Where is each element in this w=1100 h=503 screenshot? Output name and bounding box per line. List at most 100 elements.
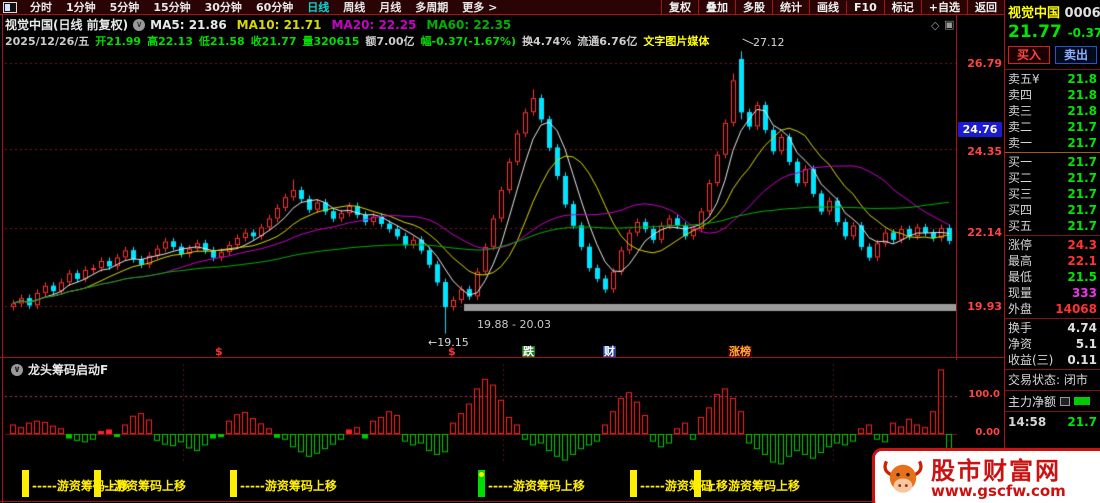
chip-shift-label: -----游资筹码	[640, 477, 713, 494]
chip-shift-marker	[22, 470, 29, 497]
menu-item-分时[interactable]: 分时	[23, 0, 59, 15]
menu-item-统计[interactable]: 统计	[772, 0, 809, 15]
last-price: 21.77	[1008, 22, 1062, 42]
sell-level[interactable]: 卖二21.7	[1005, 119, 1100, 135]
info-token: 高22.13	[147, 33, 193, 46]
stat-row-label: 最高	[1008, 253, 1032, 269]
period-menu: 分时1分钟5分钟15分钟30分钟60分钟日线周线月线多周期更多 >	[23, 0, 504, 15]
chip-shift-marker	[230, 470, 237, 497]
buy-level[interactable]: 买五 21.7	[1005, 218, 1100, 234]
stock-name: 视觉中国	[1008, 6, 1060, 21]
sell-level[interactable]: 卖一21.7	[1005, 135, 1100, 151]
marker-dot	[479, 472, 484, 477]
candlestick-chart[interactable]	[3, 46, 957, 346]
diamond-icon[interactable]: ◇	[931, 20, 939, 31]
indicator-histogram[interactable]	[3, 360, 957, 467]
stat-row-label: 收益(三)	[1008, 352, 1053, 368]
stat-rows-2: 换手4.74净资5.1收益(三)0.11	[1005, 320, 1100, 368]
sell-level-value: 21.8	[1067, 103, 1097, 119]
menu-item-更多 >[interactable]: 更多 >	[455, 0, 504, 15]
menu-item-+自选[interactable]: +自选	[921, 0, 967, 15]
menu-item-15分钟[interactable]: 15分钟	[146, 0, 197, 15]
menu-item-60分钟[interactable]: 60分钟	[249, 0, 300, 15]
panel-separator	[0, 357, 1005, 358]
price-label: 19.93	[958, 300, 1002, 313]
menu-item-周线[interactable]: 周线	[336, 0, 372, 15]
buy-level-label: 买五	[1008, 218, 1032, 234]
bottom-border	[0, 501, 1005, 502]
top-menu-bar: 分时1分钟5分钟15分钟30分钟60分钟日线周线月线多周期更多 > 复权叠加多股…	[0, 0, 1005, 15]
ma-value: MA5: 21.86	[150, 18, 227, 32]
menu-item-画线[interactable]: 画线	[809, 0, 846, 15]
sell-level-value: 21.8	[1067, 71, 1097, 87]
menu-item-返回[interactable]: 返回	[967, 0, 1005, 15]
menu-item-1分钟[interactable]: 1分钟	[59, 0, 103, 15]
menu-item-标记[interactable]: 标记	[884, 0, 921, 15]
menu-item-复权[interactable]: 复权	[661, 0, 698, 15]
sell-level[interactable]: 卖三21.8	[1005, 103, 1100, 119]
sell-level-value: 21.8	[1067, 87, 1097, 103]
sell-level[interactable]: 卖五¥21.8	[1005, 71, 1100, 87]
menu-item-多周期[interactable]: 多周期	[408, 0, 455, 15]
menu-item-叠加[interactable]: 叠加	[698, 0, 735, 15]
maximize-icon[interactable]: ▣	[944, 19, 954, 30]
stat-row-value: 4.74	[1067, 320, 1097, 336]
buy-level[interactable]: 买一21.7	[1005, 154, 1100, 170]
menu-item-5分钟[interactable]: 5分钟	[103, 0, 147, 15]
stat-row: 现量333	[1005, 285, 1100, 301]
watermark-text: 股市财富网 www.gscfw.com	[931, 459, 1066, 500]
stat-row-label: 外盘	[1008, 301, 1032, 317]
stat-row: 涨停24.3	[1005, 237, 1100, 253]
chip-shift-label: --游资筹码上移	[104, 477, 186, 494]
main-capital-bar	[1074, 397, 1090, 405]
chip-shift-marker	[478, 470, 485, 497]
stat-row-value: 0.11	[1067, 352, 1097, 368]
buy-level[interactable]: 买二21.7	[1005, 170, 1100, 186]
buy-level-value: 21.7	[1067, 218, 1097, 234]
buy-level[interactable]: 买三 21.7	[1005, 186, 1100, 202]
divider	[1005, 411, 1100, 412]
buy-level-label: 买四	[1008, 202, 1032, 218]
divider	[1005, 69, 1100, 70]
menu-item-多股[interactable]: 多股	[735, 0, 772, 15]
collapse-chevron-icon[interactable]: ∨	[133, 19, 145, 31]
ma-legend: MA5: 21.86MA10: 21.71MA20: 22.25MA60: 22…	[150, 18, 521, 32]
menu-item-月线[interactable]: 月线	[372, 0, 408, 15]
info-token: 换4.74%	[522, 33, 571, 46]
sell-level[interactable]: 卖四 21.8	[1005, 87, 1100, 103]
indicator-collapse-icon[interactable]: ∨	[11, 364, 23, 376]
main-capital-row: 主力净额	[1005, 392, 1100, 410]
menu-item-30分钟[interactable]: 30分钟	[198, 0, 249, 15]
divider	[1005, 235, 1100, 236]
buy-level-value: 21.7	[1067, 202, 1097, 218]
stat-row: 收益(三) 0.11	[1005, 352, 1100, 368]
info-token: 流通6.76亿	[577, 33, 637, 46]
menu-item-F10[interactable]: F10	[846, 1, 884, 14]
buy-level-label: 买三	[1008, 186, 1032, 202]
info-token: 额7.00亿	[365, 33, 414, 46]
buy-level-value: 21.7	[1067, 154, 1097, 170]
sell-button[interactable]: 卖出	[1055, 46, 1097, 64]
stat-row-value: 21.5	[1067, 269, 1097, 285]
stat-row-label: 最低	[1008, 269, 1032, 285]
info-token: 文字图片媒体	[643, 33, 709, 46]
sell-level-label: 卖四	[1008, 87, 1032, 103]
info-token: 幅-0.37(-1.67%)	[421, 33, 517, 46]
info-token: 收21.77	[251, 33, 297, 46]
menu-item-日线[interactable]: 日线	[300, 0, 336, 15]
sell-level-value: 21.7	[1067, 119, 1097, 135]
stat-row: 净资5.1	[1005, 336, 1100, 352]
chart-title: 视觉中国(日线 前复权)	[5, 16, 128, 33]
high-annotation: 27.12	[753, 36, 785, 49]
sell-levels: 卖五¥21.8卖四21.8卖三21.8卖二21.7卖一21.7	[1005, 71, 1100, 151]
buy-button[interactable]: 买入	[1008, 46, 1050, 64]
stat-row-value: 24.3	[1067, 237, 1097, 253]
buy-level-value: 21.7	[1067, 186, 1097, 202]
chip-shift-label: -----游资筹码上移	[240, 477, 337, 494]
chart-header: 视觉中国(日线 前复权) ∨ MA5: 21.86MA10: 21.71MA20…	[5, 17, 521, 32]
trading-terminal: 分时1分钟5分钟15分钟30分钟60分钟日线周线月线多周期更多 > 复权叠加多股…	[0, 0, 1100, 503]
stat-rows: 涨停24.3最高22.1最低21.5现量333外盘14068	[1005, 237, 1100, 317]
window-split-icon[interactable]	[3, 2, 17, 13]
buy-level[interactable]: 买四 21.7	[1005, 202, 1100, 218]
list-icon[interactable]	[1060, 397, 1070, 406]
